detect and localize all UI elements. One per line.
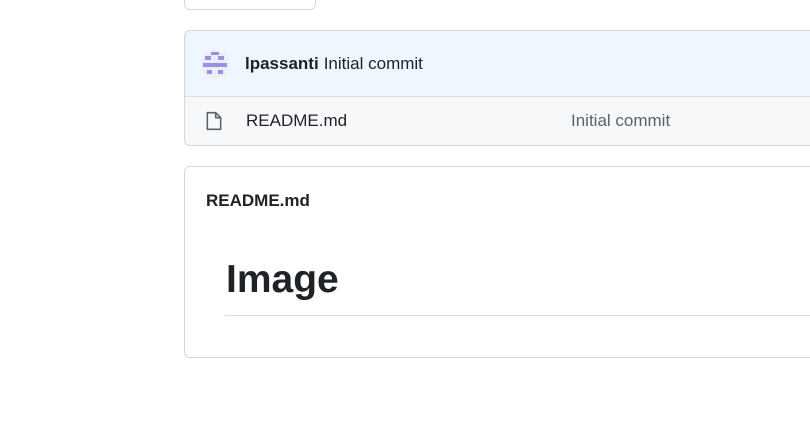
file-name-link[interactable]: README.md (246, 111, 571, 131)
avatar[interactable] (201, 49, 229, 78)
file-commit-message-link[interactable]: Initial commit (571, 111, 670, 131)
branch-button-edge[interactable] (184, 0, 316, 10)
file-icon (206, 111, 222, 130)
readme-title[interactable]: README.md (206, 191, 310, 211)
commit-author-link[interactable]: lpassanti (245, 54, 319, 74)
heading-divider (225, 315, 810, 316)
readme-heading: Image (226, 258, 339, 301)
readme-panel: README.md Image (184, 166, 810, 358)
latest-commit-row: lpassanti Initial commit (185, 31, 810, 97)
file-row: README.md Initial commit (185, 97, 810, 144)
commit-message-link[interactable]: Initial commit (324, 54, 423, 74)
file-browser: lpassanti Initial commit README.md Initi… (184, 30, 810, 146)
